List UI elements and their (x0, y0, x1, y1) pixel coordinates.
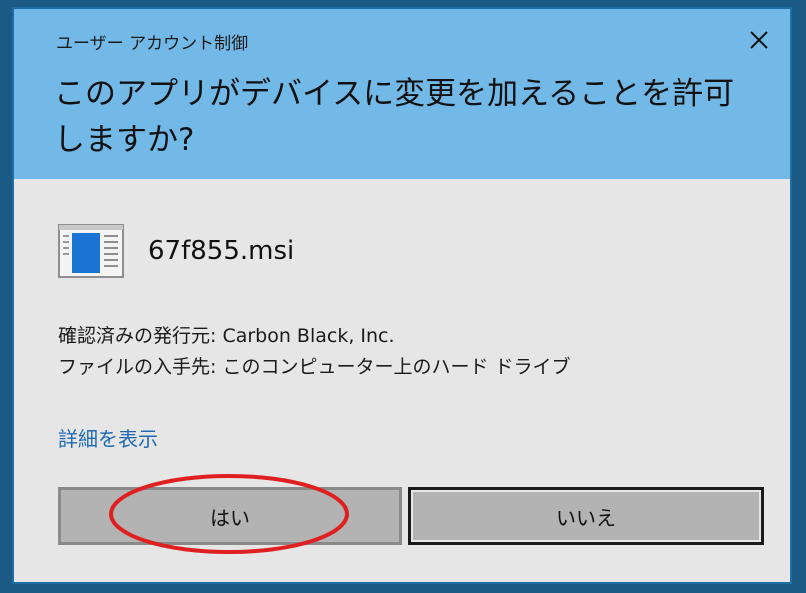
no-button-label: いいえ (556, 505, 616, 530)
close-icon (750, 31, 768, 49)
close-button[interactable] (742, 23, 776, 57)
yes-button-label: はい (210, 505, 250, 530)
uac-dialog: ユーザー アカウント制御 このアプリがデバイスに変更を加えることを許可しますか?… (12, 7, 792, 584)
no-button[interactable]: いいえ (408, 487, 764, 545)
file-name: 67f855.msi (148, 236, 295, 266)
yes-button[interactable]: はい (58, 487, 402, 545)
msi-file-icon (58, 224, 124, 278)
show-details-link[interactable]: 詳細を表示 (58, 423, 158, 452)
window-title: ユーザー アカウント制御 (56, 34, 249, 54)
file-origin: ファイルの入手先: このコンピューター上のハード ドライブ (58, 356, 571, 378)
dialog-header: ユーザー アカウント制御 このアプリがデバイスに変更を加えることを許可しますか? (14, 9, 790, 179)
verified-publisher: 確認済みの発行元: Carbon Black, Inc. (58, 325, 395, 347)
file-row: 67f855.msi (58, 221, 294, 281)
permission-question: このアプリがデバイスに変更を加えることを許可しますか? (54, 76, 735, 158)
publisher-info: 確認済みの発行元: Carbon Black, Inc. ファイルの入手先: こ… (58, 321, 570, 383)
